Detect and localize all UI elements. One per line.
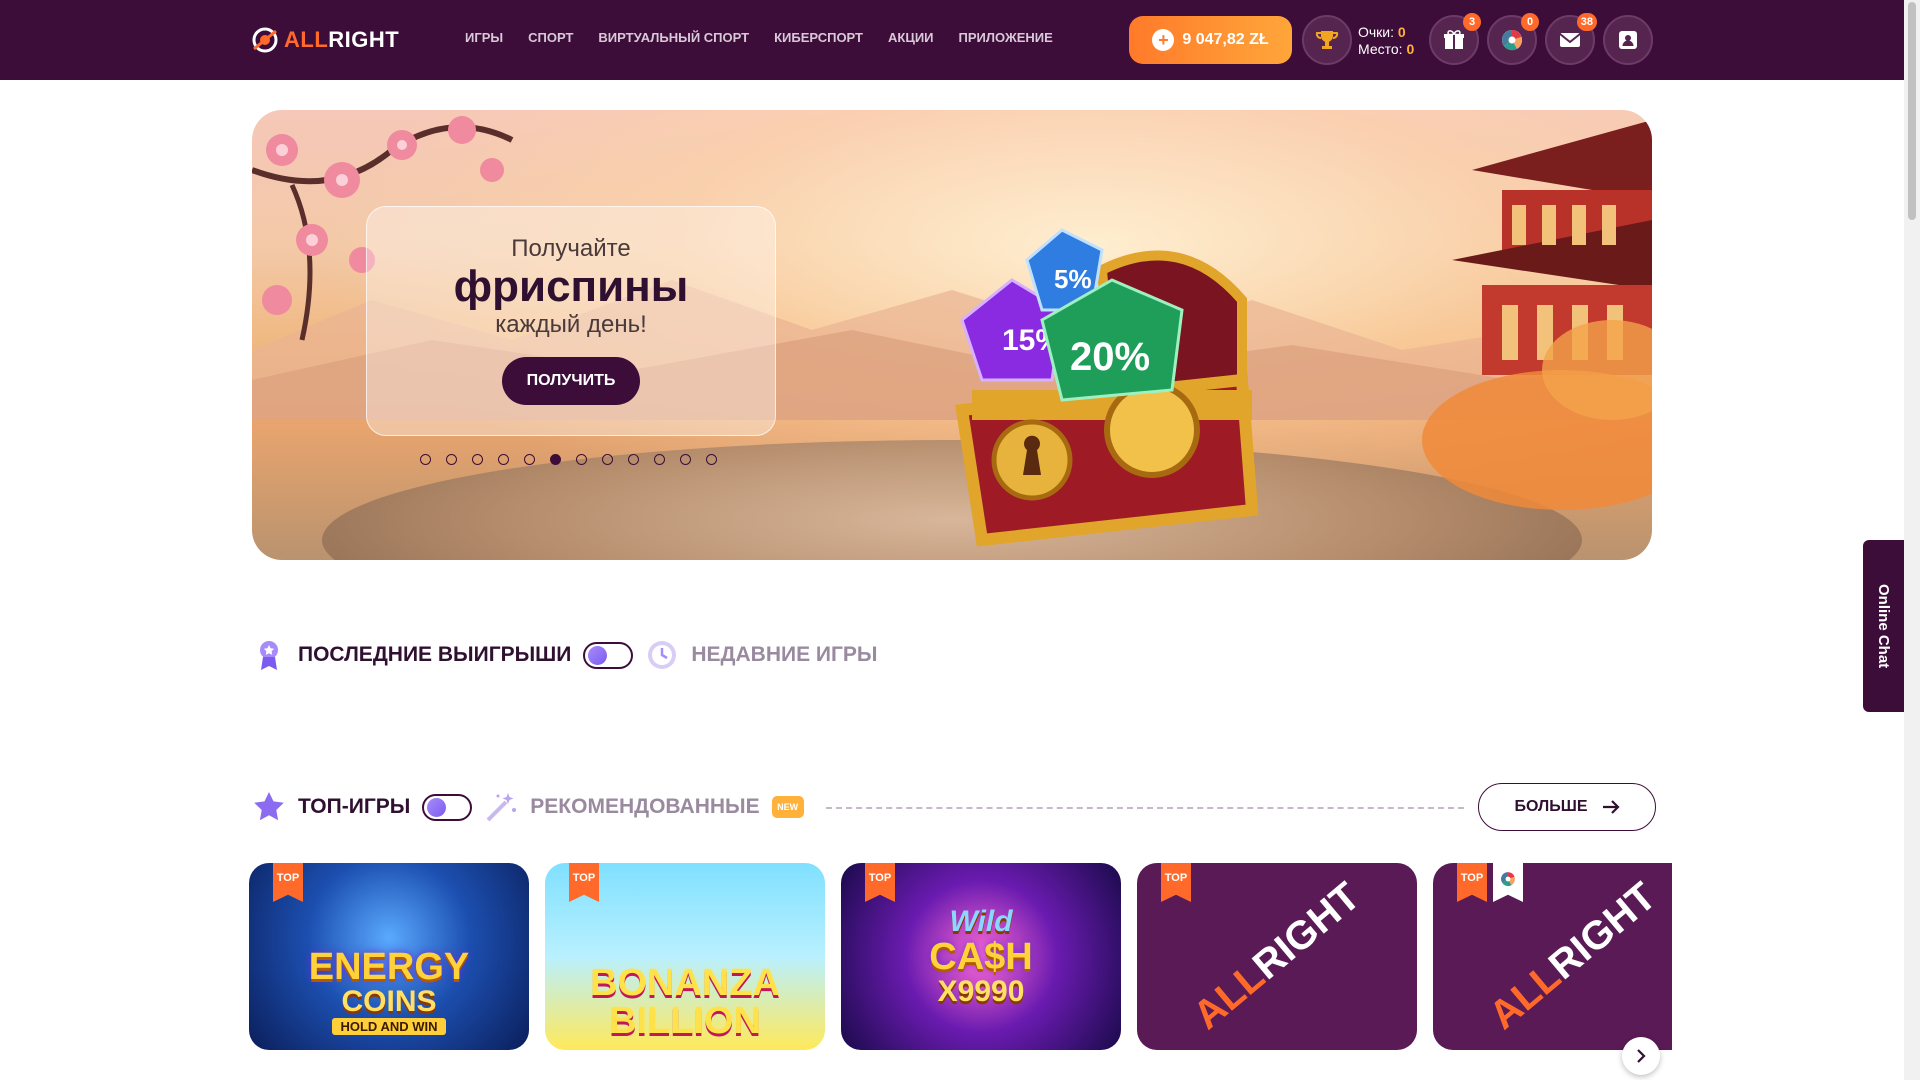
logo-icon xyxy=(250,25,280,55)
online-chat-label: Online Chat xyxy=(1875,583,1892,669)
profile-icon xyxy=(1619,31,1637,49)
gifts-badge: 3 xyxy=(1463,13,1481,31)
profile-button[interactable] xyxy=(1603,15,1653,65)
gem-20-label: 20% xyxy=(1070,335,1150,379)
game-card-allright-placeholder-2[interactable]: ALLRIGHT TOP xyxy=(1433,863,1672,1050)
recent-games-tab[interactable]: НЕДАВНИЕ ИГРЫ xyxy=(691,643,877,667)
carousel-dot-1[interactable] xyxy=(420,454,431,465)
page-scrollbar[interactable] xyxy=(1904,0,1920,1080)
plus-icon: + xyxy=(1152,29,1175,51)
top-games-tab[interactable]: ТОП-ИГРЫ xyxy=(298,795,410,819)
nav-esports[interactable]: КИБЕРСПОРТ xyxy=(774,30,863,45)
promo-line-3: каждый день! xyxy=(495,311,647,338)
nav-promotions[interactable]: АКЦИИ xyxy=(888,30,934,45)
wins-toggle[interactable] xyxy=(583,641,634,669)
game-card-wild-cash[interactable]: Wild CA$H X9990 TOP xyxy=(841,863,1121,1050)
balance-amount: 9 047,82 ZŁ xyxy=(1182,31,1269,48)
messages-badge: 38 xyxy=(1576,13,1597,31)
temple-image xyxy=(1422,120,1652,510)
online-chat-button[interactable]: Online Chat xyxy=(1863,540,1904,712)
games-toggle[interactable] xyxy=(422,793,473,821)
carousel-dot-4[interactable] xyxy=(498,454,509,465)
game-card-energy-coins[interactable]: ENERGY COINS HOLD AND WIN TOP xyxy=(249,863,529,1050)
game-3-title-2: CA$H xyxy=(929,935,1033,978)
place-label: Место: xyxy=(1358,41,1403,57)
game-3-subtitle: X9990 xyxy=(937,974,1025,1008)
games-switcher: ТОП-ИГРЫ РЕКОМЕНДОВАННЫЕ NEW xyxy=(252,790,804,824)
game-1-title-2: COINS xyxy=(341,985,437,1018)
carousel-dot-2[interactable] xyxy=(446,454,457,465)
points-value: 0 xyxy=(1397,24,1406,40)
wins-switcher: ПОСЛЕДНИЕ ВЫИГРЫШИ НЕДАВНИЕ ИГРЫ xyxy=(252,638,878,672)
carousel-dot-3[interactable] xyxy=(472,454,483,465)
wheel-button[interactable]: 0 xyxy=(1487,13,1539,65)
gem-5-label: 5% xyxy=(1054,264,1092,294)
arrow-right-icon xyxy=(1602,800,1620,814)
main-nav: ИГРЫ СПОРТ ВИРТУАЛЬНЫЙ СПОРТ КИБЕРСПОРТ … xyxy=(465,30,1053,45)
color-wheel-icon xyxy=(1502,30,1523,51)
gifts-button[interactable]: 3 xyxy=(1429,13,1481,65)
get-freespins-button[interactable]: ПОЛУЧИТЬ xyxy=(502,357,640,405)
allright-logo-image: ALLRIGHT xyxy=(1481,874,1665,1038)
promo-line-2: фриспины xyxy=(453,262,689,311)
carousel-dot-7[interactable] xyxy=(576,454,587,465)
promo-banner[interactable]: 15% 5% 20% Получайте фриспины каждый ден… xyxy=(252,110,1652,560)
promo-line-1: Получайте xyxy=(511,235,631,262)
place-value: 0 xyxy=(1406,41,1415,57)
new-badge: NEW xyxy=(771,796,804,818)
carousel-next-button[interactable] xyxy=(1622,1037,1660,1075)
carousel-dot-11[interactable] xyxy=(680,454,691,465)
nav-games[interactable]: ИГРЫ xyxy=(465,30,503,45)
section-divider xyxy=(826,807,1464,809)
more-button[interactable]: БОЛЬШЕ xyxy=(1478,783,1656,831)
trophy-icon xyxy=(1315,31,1339,49)
game-3-title-1: Wild xyxy=(949,904,1013,938)
site-logo[interactable]: ALLRIGHT xyxy=(250,22,399,58)
clock-icon xyxy=(648,641,677,669)
carousel-dot-9[interactable] xyxy=(628,454,639,465)
carousel-dot-5[interactable] xyxy=(524,454,535,465)
carousel-dot-12[interactable] xyxy=(706,454,717,465)
last-wins-tab[interactable]: ПОСЛЕДНИЕ ВЫИГРЫШИ xyxy=(298,643,571,667)
carousel-dots xyxy=(420,454,717,465)
magic-wand-icon xyxy=(486,793,517,822)
chevron-right-icon xyxy=(1637,1049,1646,1063)
nav-sport[interactable]: СПОРТ xyxy=(528,30,573,45)
promo-card: Получайте фриспины каждый день! ПОЛУЧИТЬ xyxy=(366,206,776,436)
allright-logo-image: ALLRIGHT xyxy=(1185,874,1369,1038)
nav-app[interactable]: ПРИЛОЖЕНИЕ xyxy=(959,30,1053,45)
game-1-subtitle: HOLD AND WIN xyxy=(332,1018,446,1035)
medal-icon xyxy=(260,641,278,670)
game-card-allright-placeholder-1[interactable]: ALLRIGHT TOP xyxy=(1137,863,1417,1050)
top-header: ALLRIGHT ИГРЫ СПОРТ ВИРТУАЛЬНЫЙ СПОРТ КИ… xyxy=(0,0,1904,80)
carousel-dot-8[interactable] xyxy=(602,454,613,465)
scrollbar-thumb[interactable] xyxy=(1908,2,1916,220)
game-1-title-1: ENERGY xyxy=(308,946,470,988)
nav-virtual-sport[interactable]: ВИРТУАЛЬНЫЙ СПОРТ xyxy=(598,30,749,45)
points-label: Очки: xyxy=(1358,24,1395,40)
logo-text-right: RIGHT xyxy=(328,27,400,52)
carousel-dot-10[interactable] xyxy=(654,454,665,465)
gift-icon xyxy=(1444,30,1464,49)
treasure-chest-image: 15% 5% 20% xyxy=(955,228,1259,547)
balance-deposit-button[interactable]: + 9 047,82 ZŁ xyxy=(1129,16,1292,64)
carousel-dot-6[interactable] xyxy=(550,454,561,465)
tournament-button[interactable] xyxy=(1302,15,1352,65)
games-carousel: ENERGY COINS HOLD AND WIN TOP BONANZA BI… xyxy=(249,863,1672,1080)
more-button-label: БОЛЬШЕ xyxy=(1514,798,1588,815)
tournament-score: Очки: 0 Место: 0 xyxy=(1358,24,1414,58)
recommended-tab[interactable]: РЕКОМЕНДОВАННЫЕ xyxy=(530,795,759,819)
game-2-title-2: BILLION xyxy=(609,999,761,1042)
logo-text-all: ALL xyxy=(284,27,329,52)
game-2-title-1: BONANZA xyxy=(590,961,780,1004)
wheel-badge: 0 xyxy=(1521,13,1539,31)
star-icon xyxy=(254,792,284,821)
envelope-icon xyxy=(1559,33,1581,47)
game-card-bonanza-billion[interactable]: BONANZA BILLION TOP xyxy=(545,863,825,1050)
messages-button[interactable]: 38 xyxy=(1545,13,1597,65)
